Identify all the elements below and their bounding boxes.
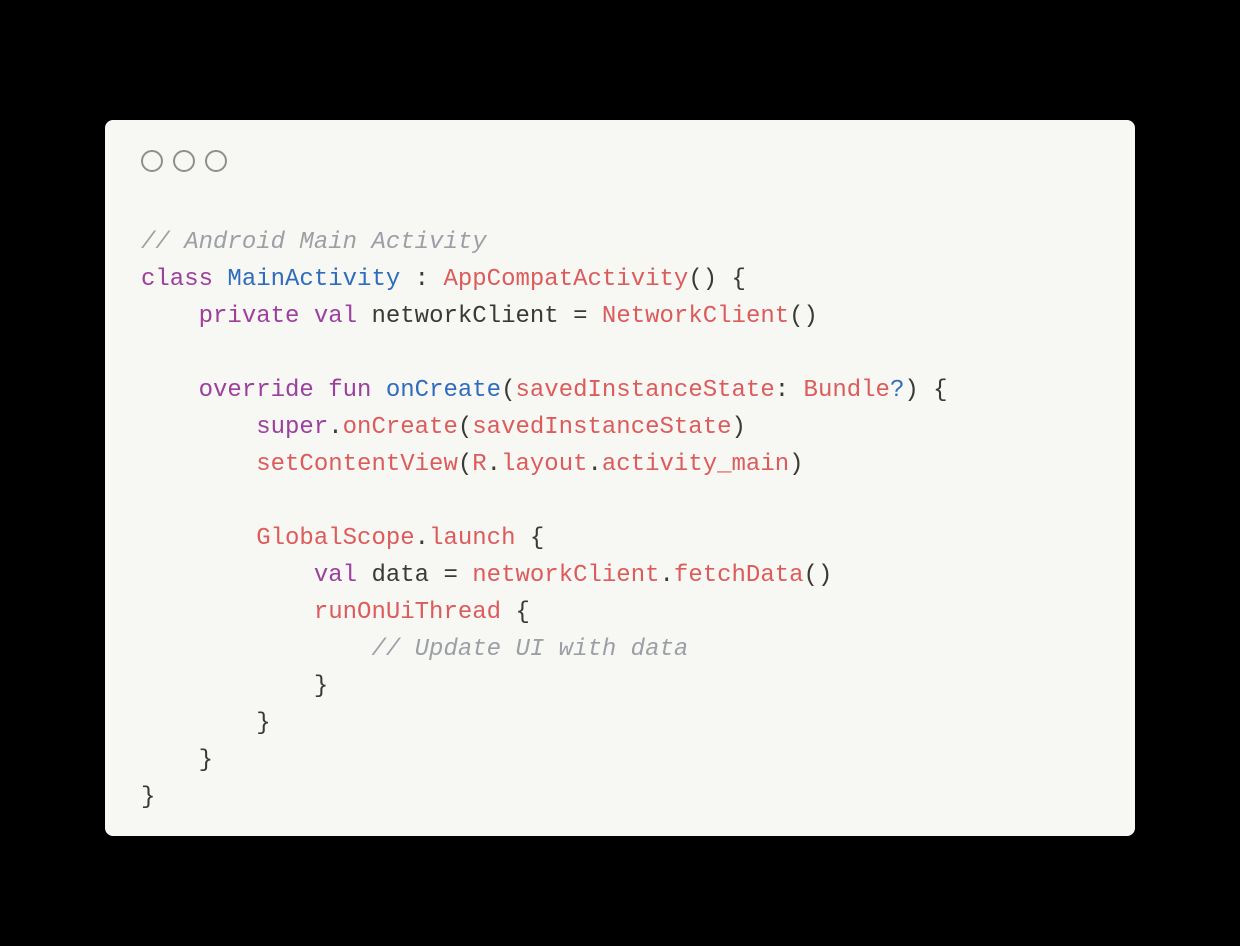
indent: [141, 562, 314, 589]
punct: .: [415, 525, 429, 552]
receiver: GlobalScope: [256, 525, 414, 552]
call: NetworkClient: [602, 303, 789, 330]
indent: [141, 710, 256, 737]
punct: :: [400, 266, 443, 293]
punct: .: [660, 562, 674, 589]
code-block: // Android Main Activity class MainActiv…: [141, 224, 1099, 816]
indent: [141, 673, 314, 700]
window-controls: [141, 150, 227, 172]
brace: }: [141, 784, 155, 811]
call: runOnUiThread: [314, 599, 501, 626]
punct: ): [789, 451, 803, 478]
arg: savedInstanceState: [472, 414, 731, 441]
code-line: GlobalScope.launch {: [141, 525, 544, 552]
punct: ): [732, 414, 746, 441]
identifier: networkClient: [371, 303, 558, 330]
brace: }: [314, 673, 328, 700]
keyword: private: [199, 303, 300, 330]
brace: }: [256, 710, 270, 737]
punct: .: [328, 414, 342, 441]
function-name: onCreate: [386, 377, 501, 404]
punct: (: [458, 414, 472, 441]
operator: =: [429, 562, 472, 589]
code-line: private val networkClient = NetworkClien…: [141, 303, 818, 330]
maximize-icon[interactable]: [205, 150, 227, 172]
close-icon[interactable]: [141, 150, 163, 172]
code-line: }: [141, 673, 328, 700]
arg: R: [472, 451, 486, 478]
class-name: MainActivity: [227, 266, 400, 293]
call: onCreate: [343, 414, 458, 441]
minimize-icon[interactable]: [173, 150, 195, 172]
comment-text: // Update UI with data: [371, 636, 688, 663]
keyword: fun: [328, 377, 371, 404]
punct: (: [501, 377, 515, 404]
code-window: // Android Main Activity class MainActiv…: [105, 120, 1135, 836]
type-name: Bundle: [804, 377, 890, 404]
code-line: super.onCreate(savedInstanceState): [141, 414, 746, 441]
code-line: runOnUiThread {: [141, 599, 530, 626]
receiver: networkClient: [472, 562, 659, 589]
punct: (): [789, 303, 818, 330]
nullable: ?: [890, 377, 904, 404]
punct: .: [588, 451, 602, 478]
keyword: val: [314, 303, 357, 330]
param: savedInstanceState: [515, 377, 774, 404]
keyword: class: [141, 266, 213, 293]
call: setContentView: [256, 451, 458, 478]
arg: activity_main: [602, 451, 789, 478]
punct: (): [804, 562, 833, 589]
code-line: setContentView(R.layout.activity_main): [141, 451, 804, 478]
keyword: super: [256, 414, 328, 441]
arg: layout: [501, 451, 587, 478]
indent: [141, 747, 199, 774]
operator: =: [559, 303, 602, 330]
stage: // Android Main Activity class MainActiv…: [0, 0, 1240, 946]
indent: [141, 525, 256, 552]
indent: [141, 451, 256, 478]
punct: () {: [688, 266, 746, 293]
type-name: AppCompatActivity: [443, 266, 688, 293]
brace: {: [515, 599, 529, 626]
call: fetchData: [674, 562, 804, 589]
indent: [141, 414, 256, 441]
code-line: // Android Main Activity: [141, 229, 487, 256]
keyword: val: [314, 562, 357, 589]
punct: .: [487, 451, 501, 478]
keyword: override: [199, 377, 314, 404]
code-line: }: [141, 747, 213, 774]
code-line: override fun onCreate(savedInstanceState…: [141, 377, 948, 404]
brace: }: [199, 747, 213, 774]
indent: [141, 377, 199, 404]
code-line: val data = networkClient.fetchData(): [141, 562, 832, 589]
code-line: class MainActivity : AppCompatActivity()…: [141, 266, 746, 293]
punct: ) {: [904, 377, 947, 404]
comment-text: // Android Main Activity: [141, 229, 487, 256]
space: [501, 599, 515, 626]
identifier: data: [371, 562, 429, 589]
indent: [141, 599, 314, 626]
brace: {: [530, 525, 544, 552]
code-line: }: [141, 784, 155, 811]
punct: (: [458, 451, 472, 478]
space: [515, 525, 529, 552]
call: launch: [429, 525, 515, 552]
indent: [141, 303, 199, 330]
code-line: }: [141, 710, 271, 737]
punct: :: [775, 377, 804, 404]
code-line: // Update UI with data: [141, 636, 688, 663]
indent: [141, 636, 371, 663]
